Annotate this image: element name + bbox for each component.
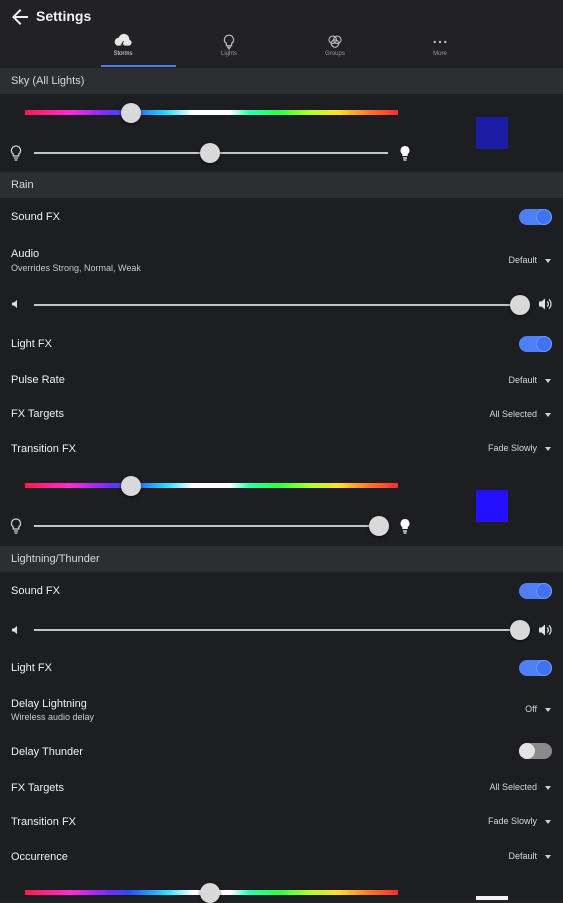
brightness-slider-thumb[interactable] <box>200 143 220 163</box>
tab-label: Groups <box>325 51 345 57</box>
groups-icon <box>328 35 342 48</box>
bulb-off-icon <box>10 518 22 534</box>
bulb-off-icon <box>10 145 22 161</box>
fx-targets-label: FX Targets <box>11 782 64 794</box>
app-bar: Settings Storms Lights Groups More <box>0 0 563 68</box>
tab-label: Lights <box>220 51 237 57</box>
lightning-sound-fx-toggle[interactable] <box>519 583 552 599</box>
delay-lightning-dropdown[interactable]: Off <box>525 704 551 714</box>
hue-slider-thumb[interactable] <box>121 476 141 496</box>
section-header-sky: Sky (All Lights) <box>0 68 563 94</box>
dropdown-value: Fade Slowly <box>487 443 537 453</box>
hue-slider-track[interactable] <box>25 483 398 488</box>
section-title: Rain <box>11 179 34 191</box>
rain-volume-slider-thumb[interactable] <box>510 295 530 315</box>
section-title: Lightning/Thunder <box>11 553 100 565</box>
delay-lightning-label: Delay Lightning <box>11 698 87 710</box>
back-arrow-icon[interactable] <box>8 5 32 29</box>
tab-more[interactable]: More <box>385 30 495 66</box>
dropdown-value: Default <box>508 851 537 861</box>
lightning-volume-slider-track[interactable] <box>34 629 520 631</box>
fx-targets-dropdown[interactable]: All Selected <box>489 782 551 792</box>
volume-high-icon <box>539 624 552 636</box>
more-dots-icon <box>433 40 447 44</box>
chevron-down-icon <box>545 446 551 451</box>
transition-fx-label: Transition FX <box>11 816 77 828</box>
delay-thunder-toggle[interactable] <box>519 743 552 759</box>
fx-targets-dropdown[interactable]: All Selected <box>489 409 551 419</box>
bulb-on-icon <box>400 519 410 534</box>
brightness-slider-track[interactable] <box>34 525 388 527</box>
delay-thunder-label: Delay Thunder <box>11 746 83 758</box>
hue-slider-track[interactable] <box>25 110 398 115</box>
dropdown-value: Fade Slowly <box>487 816 537 826</box>
dropdown-value: Off <box>525 704 537 714</box>
tab-lights[interactable]: Lights <box>174 30 284 66</box>
rain-light-fx-toggle[interactable] <box>519 336 552 352</box>
toggle-knob <box>536 336 552 352</box>
pulse-rate-label: Pulse Rate <box>11 374 65 386</box>
chevron-down-icon <box>545 412 551 417</box>
brightness-slider-thumb[interactable] <box>369 516 389 536</box>
lightning-light-fx-toggle[interactable] <box>519 660 552 676</box>
occurrence-label: Occurrence <box>11 851 68 863</box>
lightning-volume-slider-thumb[interactable] <box>510 620 530 640</box>
chevron-down-icon <box>545 258 551 263</box>
hue-slider-thumb[interactable] <box>200 883 220 903</box>
bulb-on-icon <box>400 146 410 161</box>
tab-label: Storms <box>113 51 133 57</box>
color-swatch[interactable] <box>476 117 508 149</box>
tab-label: More <box>433 51 447 57</box>
chevron-down-icon <box>545 378 551 383</box>
rain-sound-fx-toggle[interactable] <box>519 209 552 225</box>
fx-targets-label: FX Targets <box>11 408 64 420</box>
light-fx-label: Light FX <box>11 662 52 674</box>
section-header-lightning: Lightning/Thunder <box>0 546 563 572</box>
sound-fx-label: Sound FX <box>11 585 60 597</box>
sky-color-panel <box>0 94 563 172</box>
dropdown-value: All Selected <box>489 782 537 792</box>
sound-fx-label: Sound FX <box>11 211 60 223</box>
tab-storms[interactable]: Storms <box>68 30 178 66</box>
rain-panel: Sound FX Audio Overrides Strong, Normal,… <box>0 198 563 546</box>
chevron-down-icon <box>545 785 551 790</box>
storm-cloud-icon <box>114 33 132 51</box>
volume-low-icon <box>12 626 17 634</box>
dropdown-value: Default <box>508 375 537 385</box>
audio-dropdown[interactable]: Default <box>508 255 551 265</box>
page-title: Settings <box>36 8 92 24</box>
volume-high-icon <box>539 298 552 310</box>
chevron-down-icon <box>545 707 551 712</box>
section-header-rain: Rain <box>0 172 563 198</box>
rain-volume-slider-track[interactable] <box>34 304 520 306</box>
chevron-down-icon <box>545 819 551 824</box>
bulb-icon <box>223 34 235 50</box>
color-swatch[interactable] <box>476 490 508 522</box>
dropdown-value: All Selected <box>489 409 537 419</box>
section-title: Sky (All Lights) <box>11 75 85 87</box>
tab-groups[interactable]: Groups <box>280 30 390 66</box>
audio-sublabel: Overrides Strong, Normal, Weak <box>11 263 141 273</box>
chevron-down-icon <box>545 854 551 859</box>
lightning-panel: Sound FX Light FX Delay Lightning Wirele… <box>0 572 563 903</box>
transition-fx-dropdown[interactable]: Fade Slowly <box>488 816 551 826</box>
toggle-knob <box>536 660 552 676</box>
delay-lightning-sublabel: Wireless audio delay <box>11 712 95 722</box>
toggle-knob <box>519 743 535 759</box>
hue-slider-thumb[interactable] <box>121 103 141 123</box>
transition-fx-label: Transition FX <box>11 443 77 455</box>
toggle-knob <box>536 209 552 225</box>
light-fx-label: Light FX <box>11 338 52 350</box>
pulse-rate-dropdown[interactable]: Default <box>508 375 551 385</box>
transition-fx-dropdown[interactable]: Fade Slowly <box>488 443 551 453</box>
audio-label: Audio <box>11 248 40 260</box>
active-tab-indicator <box>101 65 176 67</box>
volume-low-icon <box>12 300 17 308</box>
color-swatch[interactable] <box>476 896 508 900</box>
toggle-knob <box>536 583 552 599</box>
dropdown-value: Default <box>508 255 537 265</box>
occurrence-dropdown[interactable]: Default <box>508 851 551 861</box>
